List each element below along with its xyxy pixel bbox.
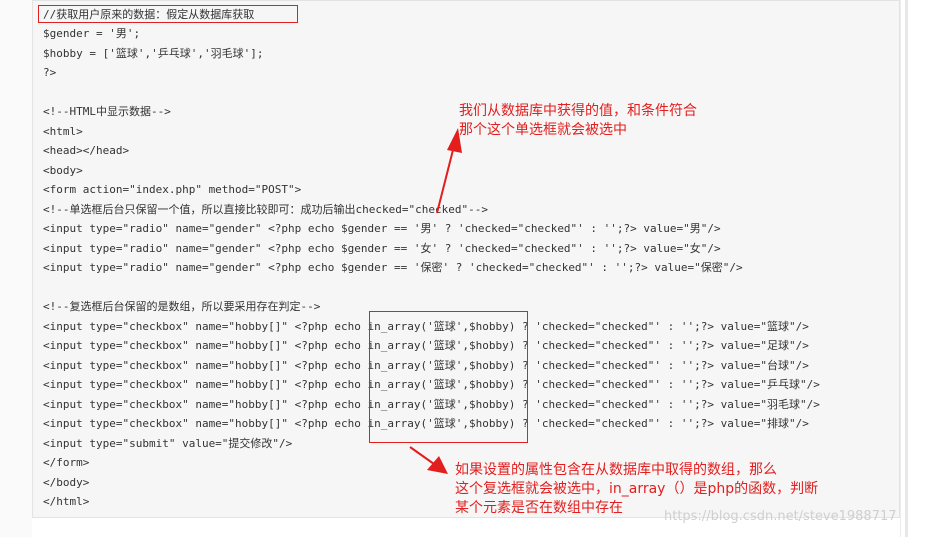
arrow-to-radio — [436, 128, 462, 214]
annotation-radio-line1: 我们从数据库中获得的值，和条件符合 — [459, 103, 697, 119]
annotation-arrows — [409, 128, 462, 474]
watermark: https://blog.csdn.net/steve1988717 — [664, 509, 897, 524]
annotation-checkbox-line2: 这个复选框就会被选中，in_array（）是php的函数，判断 — [455, 481, 819, 497]
arrow-to-checkbox-note — [409, 446, 448, 474]
annotation-radio-line2: 那个这个单选框就会被选中 — [459, 122, 627, 138]
scrollbar-track[interactable] — [900, 0, 925, 537]
annotation-radio: 我们从数据库中获得的值，和条件符合 那个这个单选框就会被选中 — [459, 102, 697, 140]
scrollbar-thumb[interactable] — [905, 0, 908, 537]
annotation-checkbox-line1: 如果设置的属性包含在从数据库中取得的数组，那么 — [455, 462, 777, 478]
